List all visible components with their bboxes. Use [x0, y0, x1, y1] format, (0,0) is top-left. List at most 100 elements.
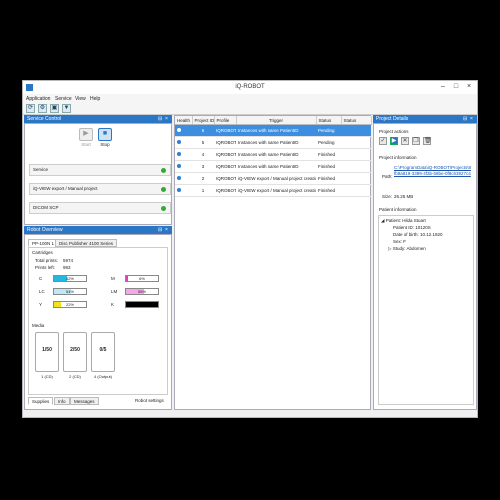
service-control-panel: Service Control ⊟ × ▶ Start ■ Stop Servi…: [24, 115, 172, 225]
panel-close-icon[interactable]: ×: [165, 115, 168, 123]
prints-left-label: Prints left:: [35, 265, 56, 270]
patient-information-title: Patient information: [379, 207, 417, 212]
robot-overview-panel: Robot Overview ⊟ × PP-100N 1 Disc Publis…: [24, 226, 172, 410]
cancel-icon[interactable]: ✕: [401, 137, 409, 145]
play-icon[interactable]: ▶: [390, 137, 398, 145]
cartridge-level-bar: 6%: [125, 275, 159, 282]
path-value[interactable]: C:\ProgramData\iQ-ROBOT\Projects\8fb9a81…: [394, 165, 471, 176]
status-indicator: [161, 206, 166, 211]
menu-help[interactable]: Help: [90, 96, 100, 102]
patient-root: Patient: Hilda Stuart: [385, 218, 426, 223]
project-path-link[interactable]: C:\ProgramData\iQ-ROBOT\Projects\8fb9a81…: [394, 165, 472, 177]
status-cell: Finished: [316, 172, 341, 185]
health-indicator-icon: [177, 152, 181, 156]
export-icon[interactable]: ▣: [50, 104, 59, 113]
filter-icon[interactable]: ▼: [62, 104, 71, 113]
app-window: iQ-ROBOT – □ × Application Service View …: [22, 80, 478, 418]
stop-button[interactable]: ■ Stop: [98, 128, 112, 148]
cartridge-label: M: [111, 276, 115, 281]
column-status[interactable]: Status: [316, 116, 342, 125]
project-details-title: Project Details: [376, 116, 409, 122]
tab-pp-100n[interactable]: PP-100N 1: [28, 239, 59, 247]
tab-disc-publisher[interactable]: Disc Publisher 4100 Series: [55, 239, 118, 247]
tab-messages[interactable]: Messages: [70, 397, 99, 405]
menu-service[interactable]: Service: [55, 96, 72, 102]
copy-icon[interactable]: ❐: [412, 137, 420, 145]
status-cell: Finished: [316, 160, 341, 173]
cartridge-level-bar: [125, 301, 159, 308]
pin-icon[interactable]: ⊟: [463, 115, 467, 123]
cartridge-label: K: [111, 302, 115, 307]
project-details-body: Project actions ✓ ▶ ✕ ❐ 🗑 Project inform…: [373, 123, 477, 410]
status-cell: Pending: [316, 136, 341, 149]
health-cell: [175, 160, 192, 173]
status-cell-2: [341, 136, 371, 149]
cartridge-label: LM: [111, 289, 118, 294]
export-row[interactable]: iQ-VIEW export / Manual project: [29, 183, 171, 195]
column-project-id[interactable]: Project ID: [192, 116, 215, 125]
collapse-icon[interactable]: ◢: [381, 218, 384, 223]
minimize-icon[interactable]: –: [437, 83, 449, 91]
service-control-header: Service Control ⊟ ×: [24, 115, 172, 123]
column-status-2[interactable]: Status: [341, 116, 372, 125]
robot-overview-body: PP-100N 1 Disc Publisher 4100 Series Car…: [24, 234, 172, 410]
service-control-title: Service Control: [27, 116, 62, 122]
expand-icon[interactable]: ▷: [388, 246, 391, 251]
refresh-icon[interactable]: ⟳: [26, 104, 35, 113]
status-cell: Pending: [316, 124, 341, 137]
health-indicator-icon: [177, 176, 181, 180]
tree-node-patient[interactable]: ◢ Patient: Hilda Stuart: [381, 218, 426, 224]
project-details-header: Project Details ⊟ ×: [373, 115, 477, 123]
table-row[interactable]: 5 IQROBOT Instances with same PatientID Pen…: [175, 136, 371, 149]
column-trigger[interactable]: Trigger: [236, 116, 317, 125]
health-indicator-icon: [177, 164, 181, 168]
panel-close-icon[interactable]: ×: [470, 115, 473, 123]
profile-cell: IQROBOT: [214, 172, 236, 185]
table-row[interactable]: 1 IQROBOT iQ-VIEW export / Manual project …: [175, 184, 371, 197]
title-bar: iQ-ROBOT – □ ×: [23, 81, 477, 94]
maximize-icon[interactable]: □: [450, 83, 462, 91]
service-row[interactable]: Service: [29, 164, 171, 176]
table-row[interactable]: 3 IQROBOT Instances with same PatientID Fin…: [175, 160, 371, 173]
column-profile[interactable]: Profile: [214, 116, 237, 125]
cartridge-level-bar: 55%: [125, 288, 159, 295]
robot-settings-link[interactable]: Robot settings: [132, 397, 167, 405]
close-icon[interactable]: ×: [463, 83, 475, 91]
media-label: 1 (CD): [41, 374, 53, 379]
tab-supplies[interactable]: Supplies: [28, 397, 54, 405]
menu-application[interactable]: Application: [26, 96, 50, 102]
trigger-cell: Instances with same PatientID: [236, 148, 316, 161]
project-id-cell: 3: [192, 160, 214, 173]
pin-icon[interactable]: ⊟: [158, 226, 162, 234]
menu-view[interactable]: View: [75, 96, 86, 102]
trigger-cell: iQ-VIEW export / Manual project creation: [236, 184, 316, 197]
column-health[interactable]: Health: [175, 116, 193, 125]
media-count: 2/50: [70, 347, 80, 353]
health-cell: [175, 148, 192, 161]
tree-node-study[interactable]: ▷ Study: Abdomen: [388, 246, 426, 252]
profile-cell: IQROBOT: [214, 148, 236, 161]
panel-close-icon[interactable]: ×: [165, 226, 168, 234]
date-of-birth: Date of birth: 10.12.1920: [393, 232, 443, 237]
dicom-scp-row[interactable]: DICOM SCP: [29, 202, 171, 214]
profile-cell: IQROBOT: [214, 136, 236, 149]
pin-icon[interactable]: ⊟: [158, 115, 162, 123]
cartridge-label: LC: [39, 289, 45, 294]
profile-cell: IQROBOT: [214, 184, 236, 197]
cartridge-percent: 22%: [65, 302, 74, 307]
start-button[interactable]: ▶ Start: [79, 128, 93, 148]
delete-icon[interactable]: 🗑: [423, 137, 432, 145]
settings-icon[interactable]: ⚙: [38, 104, 47, 113]
table-row[interactable]: 2 IQROBOT iQ-VIEW export / Manual project …: [175, 172, 371, 185]
trigger-cell: Instances with same PatientID: [236, 160, 316, 173]
check-icon[interactable]: ✓: [379, 137, 387, 145]
media-count: 1/50: [42, 347, 52, 353]
media-label: 2 (CD): [69, 374, 81, 379]
status-cell-2: [341, 160, 371, 173]
trigger-cell: Instances with same PatientID: [236, 136, 316, 149]
total-prints-label: Total prints:: [35, 258, 59, 263]
media-count: 0/5: [99, 347, 107, 353]
table-row[interactable]: 6 IQROBOT Instances with same PatientID Pen…: [175, 124, 371, 137]
table-row[interactable]: 4 IQROBOT Instances with same PatientID Fin…: [175, 148, 371, 161]
tab-info[interactable]: Info: [54, 397, 70, 405]
